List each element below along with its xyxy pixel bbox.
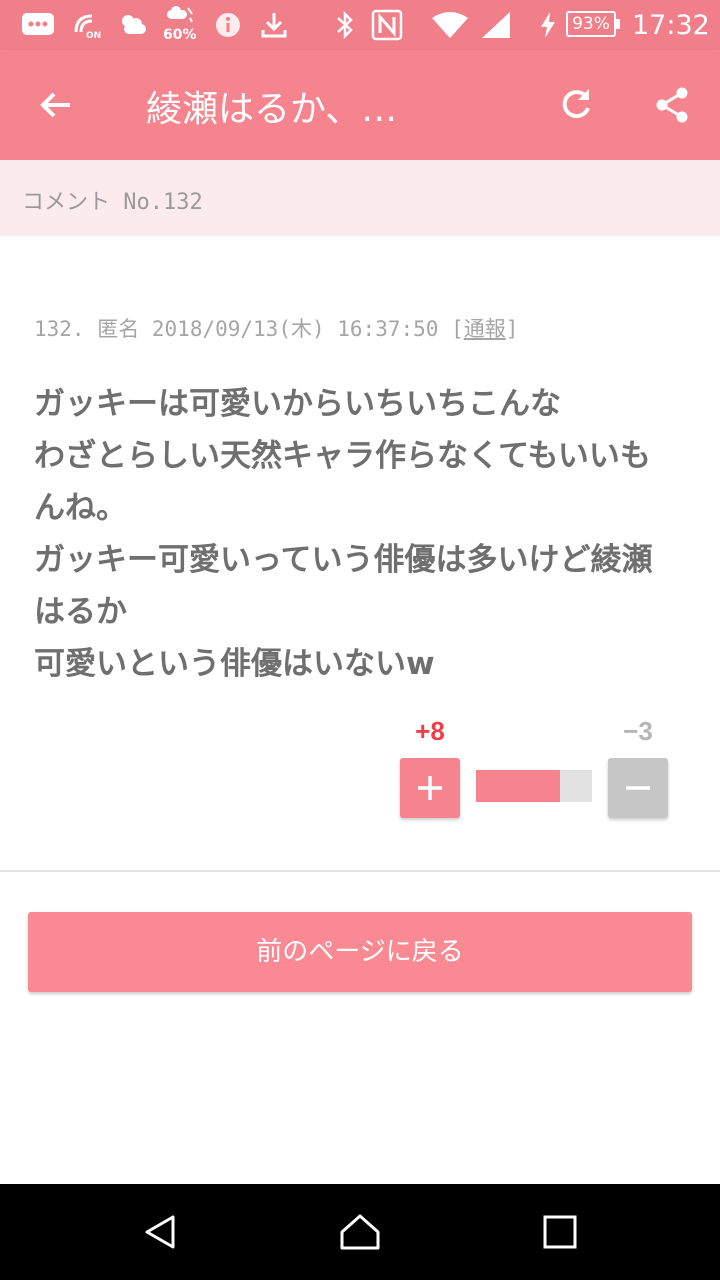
report-bracket-close: ] [505, 317, 519, 341]
comment-line: わざとらしい天然キャラ作らなくてもいいも [34, 438, 651, 474]
navigation-bar [0, 1184, 720, 1280]
comment-line: 可愛いという俳優はいないw [34, 646, 435, 682]
comment-number-label: コメント No.132 [22, 190, 203, 215]
vote-ratio-bar [476, 770, 592, 802]
refresh-button[interactable] [546, 75, 606, 135]
comment-header: コメント No.132 [0, 160, 720, 236]
nav-back-button[interactable] [130, 1202, 190, 1262]
charging-icon [538, 8, 558, 42]
share-icon [656, 87, 688, 123]
status-time: 17:32 [632, 10, 710, 41]
weather-percent: 60% [163, 27, 197, 43]
comment-number: 132. [34, 317, 85, 341]
message-icon [20, 8, 56, 42]
status-bar: ON 60% 93% 17:32 [0, 0, 720, 50]
plus-icon [418, 776, 442, 800]
nfc-on-icon: ON [72, 8, 102, 42]
plus-vote-button[interactable] [400, 758, 460, 818]
minus-vote-count: −3 [623, 716, 653, 746]
report-bracket-open: [ [451, 317, 464, 341]
signal-icon [480, 8, 512, 42]
refresh-icon [562, 89, 590, 119]
arrow-left-icon [40, 92, 70, 118]
back-button[interactable] [26, 75, 86, 135]
page-title: 綾瀬はるか、… [146, 89, 398, 130]
nav-home-button[interactable] [330, 1202, 390, 1262]
minus-icon [626, 786, 650, 790]
report-link[interactable]: 通報 [464, 317, 506, 341]
comment-body: ガッキーは可愛いからいちいちこんな わざとらしい天然キャラ作らなくてもいいも ん… [34, 378, 684, 690]
bluetooth-icon [334, 8, 356, 42]
n-mark-icon [371, 8, 403, 42]
minus-vote-button[interactable] [608, 758, 668, 818]
triangle-back-icon [145, 1215, 175, 1249]
back-to-previous-page-button[interactable]: 前のページに戻る [28, 912, 692, 992]
comment-line: はるか [34, 594, 127, 630]
app-bar: 綾瀬はるか、… [0, 50, 720, 160]
square-recents-icon [543, 1215, 577, 1249]
battery-icon: 93% [566, 11, 620, 37]
nav-recents-button[interactable] [530, 1202, 590, 1262]
home-icon [340, 1214, 380, 1250]
info-icon [214, 8, 242, 42]
comment-line: んね。 [34, 490, 127, 526]
rain-icon [164, 4, 196, 26]
share-button[interactable] [642, 75, 702, 135]
comment-line: ガッキー可愛いっていう俳優は多いけど綾瀬 [34, 542, 653, 578]
comment-author: 匿名 [97, 317, 140, 341]
comment-date: 2018/09/13(木) [151, 317, 325, 341]
svg-text:ON: ON [86, 31, 101, 40]
comment-time: 16:37:50 [337, 317, 439, 341]
comment-line: ガッキーは可愛いからいちいちこんな [34, 386, 561, 422]
vote-ratio-fill [476, 770, 561, 802]
wifi-icon [430, 8, 470, 42]
divider [0, 870, 720, 872]
screen: ON 60% 93% 17:32 綾瀬はるか、… コメント No.132 132… [0, 0, 720, 1280]
comment-meta: 132. 匿名 2018/09/13(木) 16:37:50 [通報] [34, 313, 518, 343]
plus-vote-count: +8 [415, 716, 445, 746]
download-icon [259, 8, 289, 42]
weather-icon [116, 8, 150, 42]
